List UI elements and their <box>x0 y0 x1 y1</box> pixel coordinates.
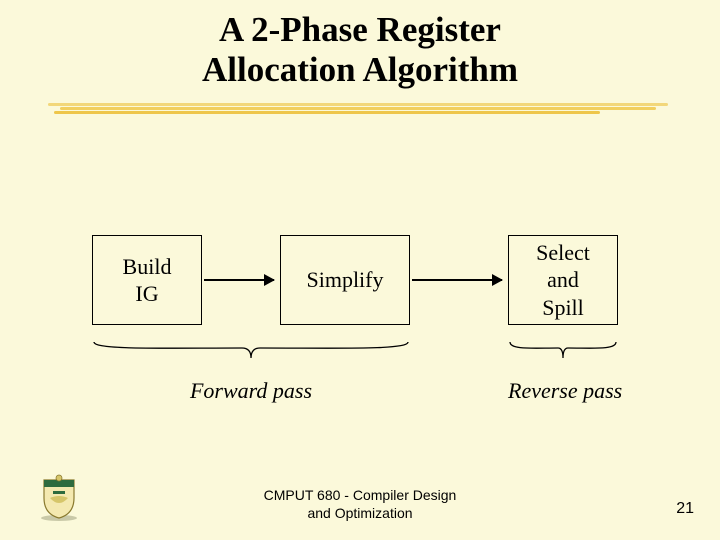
brace-reverse <box>508 340 618 360</box>
footer-line-1: CMPUT 680 - Compiler Design <box>264 487 457 503</box>
box-simplify: Simplify <box>280 235 410 325</box>
arrow-build-to-simplify <box>204 279 274 281</box>
label-reverse-pass: Reverse pass <box>508 378 618 404</box>
label-forward-pass: Forward pass <box>92 378 410 404</box>
box-build-ig-label: Build IG <box>123 253 172 308</box>
box-select-spill-label: Select and Spill <box>536 239 590 322</box>
diagram-stage: Build IG Simplify Select and Spill Forwa… <box>0 180 720 500</box>
box-select-spill: Select and Spill <box>508 235 618 325</box>
title-line-1: A 2-Phase Register <box>219 10 501 49</box>
page-number: 21 <box>676 500 694 518</box>
brace-forward <box>92 340 410 360</box>
title-line-2: Allocation Algorithm <box>202 50 518 89</box>
slide-title: A 2-Phase Register Allocation Algorithm <box>0 10 720 91</box>
footer-line-2: and Optimization <box>307 505 412 521</box>
box-simplify-label: Simplify <box>306 266 383 294</box>
title-underline <box>48 103 668 117</box>
box-build-ig: Build IG <box>92 235 202 325</box>
arrow-simplify-to-select <box>412 279 502 281</box>
footer-course-text: CMPUT 680 - Compiler Design and Optimiza… <box>0 486 720 522</box>
